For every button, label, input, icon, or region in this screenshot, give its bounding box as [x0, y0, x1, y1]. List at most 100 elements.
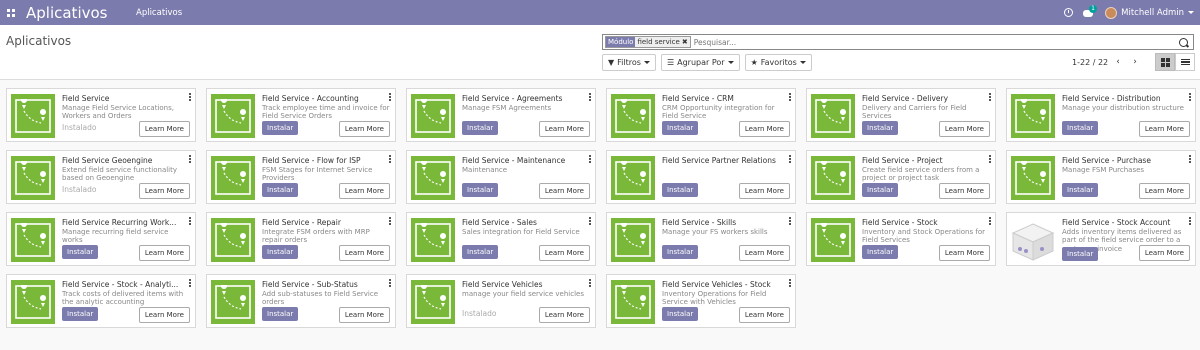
more-options-icon[interactable] — [1189, 155, 1192, 163]
app-card[interactable]: Field Service - Delivery Delivery and Ca… — [806, 88, 996, 142]
install-button[interactable]: Instalar — [262, 183, 299, 197]
favorites-button[interactable]: ★ Favoritos — [744, 54, 812, 71]
learn-more-button[interactable]: Learn More — [738, 307, 790, 323]
more-options-icon[interactable] — [389, 93, 392, 101]
learn-more-button[interactable]: Learn More — [138, 121, 190, 137]
app-card[interactable]: Field Service - Distribution Manage your… — [1006, 88, 1196, 142]
more-options-icon[interactable] — [589, 279, 592, 287]
app-card[interactable]: Field Service - Project Create field ser… — [806, 150, 996, 204]
install-button[interactable]: Instalar — [262, 307, 299, 321]
learn-more-button[interactable]: Learn More — [538, 121, 590, 137]
more-options-icon[interactable] — [1189, 217, 1192, 225]
group-by-button[interactable]: ☰ Agrupar Por — [660, 54, 740, 71]
learn-more-button[interactable]: Learn More — [538, 307, 590, 323]
install-button[interactable]: Instalar — [862, 183, 899, 197]
more-options-icon[interactable] — [189, 279, 192, 287]
chat-icon[interactable]: 1 — [1083, 4, 1097, 18]
install-button[interactable]: Instalar — [62, 245, 99, 259]
nav-menu-aplicativos[interactable]: Aplicativos — [136, 8, 182, 18]
learn-more-button[interactable]: Learn More — [938, 183, 990, 199]
filters-button[interactable]: ▼ Filtros — [602, 54, 656, 71]
learn-more-button[interactable]: Learn More — [1138, 183, 1190, 199]
pager-value[interactable]: 1-22 / 22 — [1072, 58, 1108, 67]
more-options-icon[interactable] — [589, 93, 592, 101]
learn-more-button[interactable]: Learn More — [938, 245, 990, 261]
learn-more-button[interactable]: Learn More — [338, 121, 390, 137]
learn-more-button[interactable]: Learn More — [538, 183, 590, 199]
app-card[interactable]: Field Service Manage Field Service Locat… — [6, 88, 196, 142]
more-options-icon[interactable] — [989, 217, 992, 225]
install-button[interactable]: Instalar — [662, 183, 699, 197]
install-button[interactable]: Instalar — [262, 245, 299, 259]
more-options-icon[interactable] — [989, 155, 992, 163]
app-card[interactable]: Field Service - Stock Inventory and Stoc… — [806, 212, 996, 266]
app-card[interactable]: Field Service - Flow for ISP FSM Stages … — [206, 150, 396, 204]
activity-clock-icon[interactable] — [1064, 8, 1074, 17]
install-button[interactable]: Instalar — [262, 121, 299, 135]
install-button[interactable]: Instalar — [462, 245, 499, 259]
list-view-icon[interactable] — [1175, 53, 1195, 71]
more-options-icon[interactable] — [189, 93, 192, 101]
more-options-icon[interactable] — [189, 217, 192, 225]
install-button[interactable]: Instalar — [62, 307, 99, 321]
search-input[interactable] — [693, 37, 1179, 47]
app-card[interactable]: Field Service Vehicles manage your field… — [406, 274, 596, 328]
install-button[interactable]: Instalar — [1062, 183, 1099, 197]
chevron-right-icon[interactable]: › — [1130, 57, 1140, 67]
more-options-icon[interactable] — [589, 155, 592, 163]
learn-more-button[interactable]: Learn More — [738, 183, 790, 199]
learn-more-button[interactable]: Learn More — [138, 307, 190, 323]
install-button[interactable]: Instalar — [662, 245, 699, 259]
more-options-icon[interactable] — [789, 155, 792, 163]
app-card[interactable]: Field Service - Maintenance Maintenance … — [406, 150, 596, 204]
more-options-icon[interactable] — [789, 93, 792, 101]
learn-more-button[interactable]: Learn More — [938, 121, 990, 137]
apps-menu-icon[interactable] — [4, 6, 18, 20]
app-card[interactable]: Field Service - Agreements Manage FSM Ag… — [406, 88, 596, 142]
more-options-icon[interactable] — [789, 217, 792, 225]
app-card[interactable]: Field Service - Sales Sales integration … — [406, 212, 596, 266]
more-options-icon[interactable] — [989, 93, 992, 101]
app-card[interactable]: Field Service Geoengine Extend field ser… — [6, 150, 196, 204]
app-card[interactable]: Field Service - Repair Integrate FSM ord… — [206, 212, 396, 266]
install-button[interactable]: Instalar — [1062, 121, 1099, 135]
install-button[interactable]: Instalar — [662, 307, 699, 321]
install-button[interactable]: Instalar — [462, 183, 499, 197]
learn-more-button[interactable]: Learn More — [738, 121, 790, 137]
close-icon[interactable]: ✖ — [682, 38, 688, 46]
install-button[interactable]: Instalar — [862, 245, 899, 259]
learn-more-button[interactable]: Learn More — [338, 245, 390, 261]
search-icon[interactable] — [1179, 37, 1188, 47]
app-card[interactable]: Field Service - CRM CRM Opportunity inte… — [606, 88, 796, 142]
app-card[interactable]: Field Service - Stock - Analyti... Track… — [6, 274, 196, 328]
more-options-icon[interactable] — [389, 155, 392, 163]
learn-more-button[interactable]: Learn More — [1138, 245, 1190, 261]
learn-more-button[interactable]: Learn More — [1138, 121, 1190, 137]
install-button[interactable]: Instalar — [462, 121, 499, 135]
learn-more-button[interactable]: Learn More — [738, 245, 790, 261]
app-card[interactable]: Field Service - Sub-Status Add sub-statu… — [206, 274, 396, 328]
learn-more-button[interactable]: Learn More — [538, 245, 590, 261]
learn-more-button[interactable]: Learn More — [138, 245, 190, 261]
app-card[interactable]: Field Service - Stock Account Adds inven… — [1006, 212, 1196, 266]
kanban-view-icon[interactable] — [1155, 53, 1175, 71]
app-card[interactable]: Field Service - Accounting Track employe… — [206, 88, 396, 142]
search-bar[interactable]: Módulo field service ✖ — [602, 34, 1194, 50]
more-options-icon[interactable] — [1189, 93, 1192, 101]
more-options-icon[interactable] — [389, 217, 392, 225]
user-menu[interactable]: Mitchell Admin — [1105, 6, 1194, 19]
app-card[interactable]: Field Service - Purchase Manage FSM Purc… — [1006, 150, 1196, 204]
more-options-icon[interactable] — [389, 279, 392, 287]
app-card[interactable]: Field Service Vehicles - Stock Inventory… — [606, 274, 796, 328]
more-options-icon[interactable] — [189, 155, 192, 163]
install-button[interactable]: Instalar — [662, 121, 699, 135]
install-button[interactable]: Instalar — [1062, 247, 1099, 261]
more-options-icon[interactable] — [589, 217, 592, 225]
app-card[interactable]: Field Service Recurring Work... Manage r… — [6, 212, 196, 266]
more-options-icon[interactable] — [789, 279, 792, 287]
learn-more-button[interactable]: Learn More — [338, 307, 390, 323]
app-card[interactable]: Field Service Partner Relations Learn Mo… — [606, 150, 796, 204]
learn-more-button[interactable]: Learn More — [338, 183, 390, 199]
chevron-left-icon[interactable]: ‹ — [1113, 57, 1123, 67]
learn-more-button[interactable]: Learn More — [138, 183, 190, 199]
